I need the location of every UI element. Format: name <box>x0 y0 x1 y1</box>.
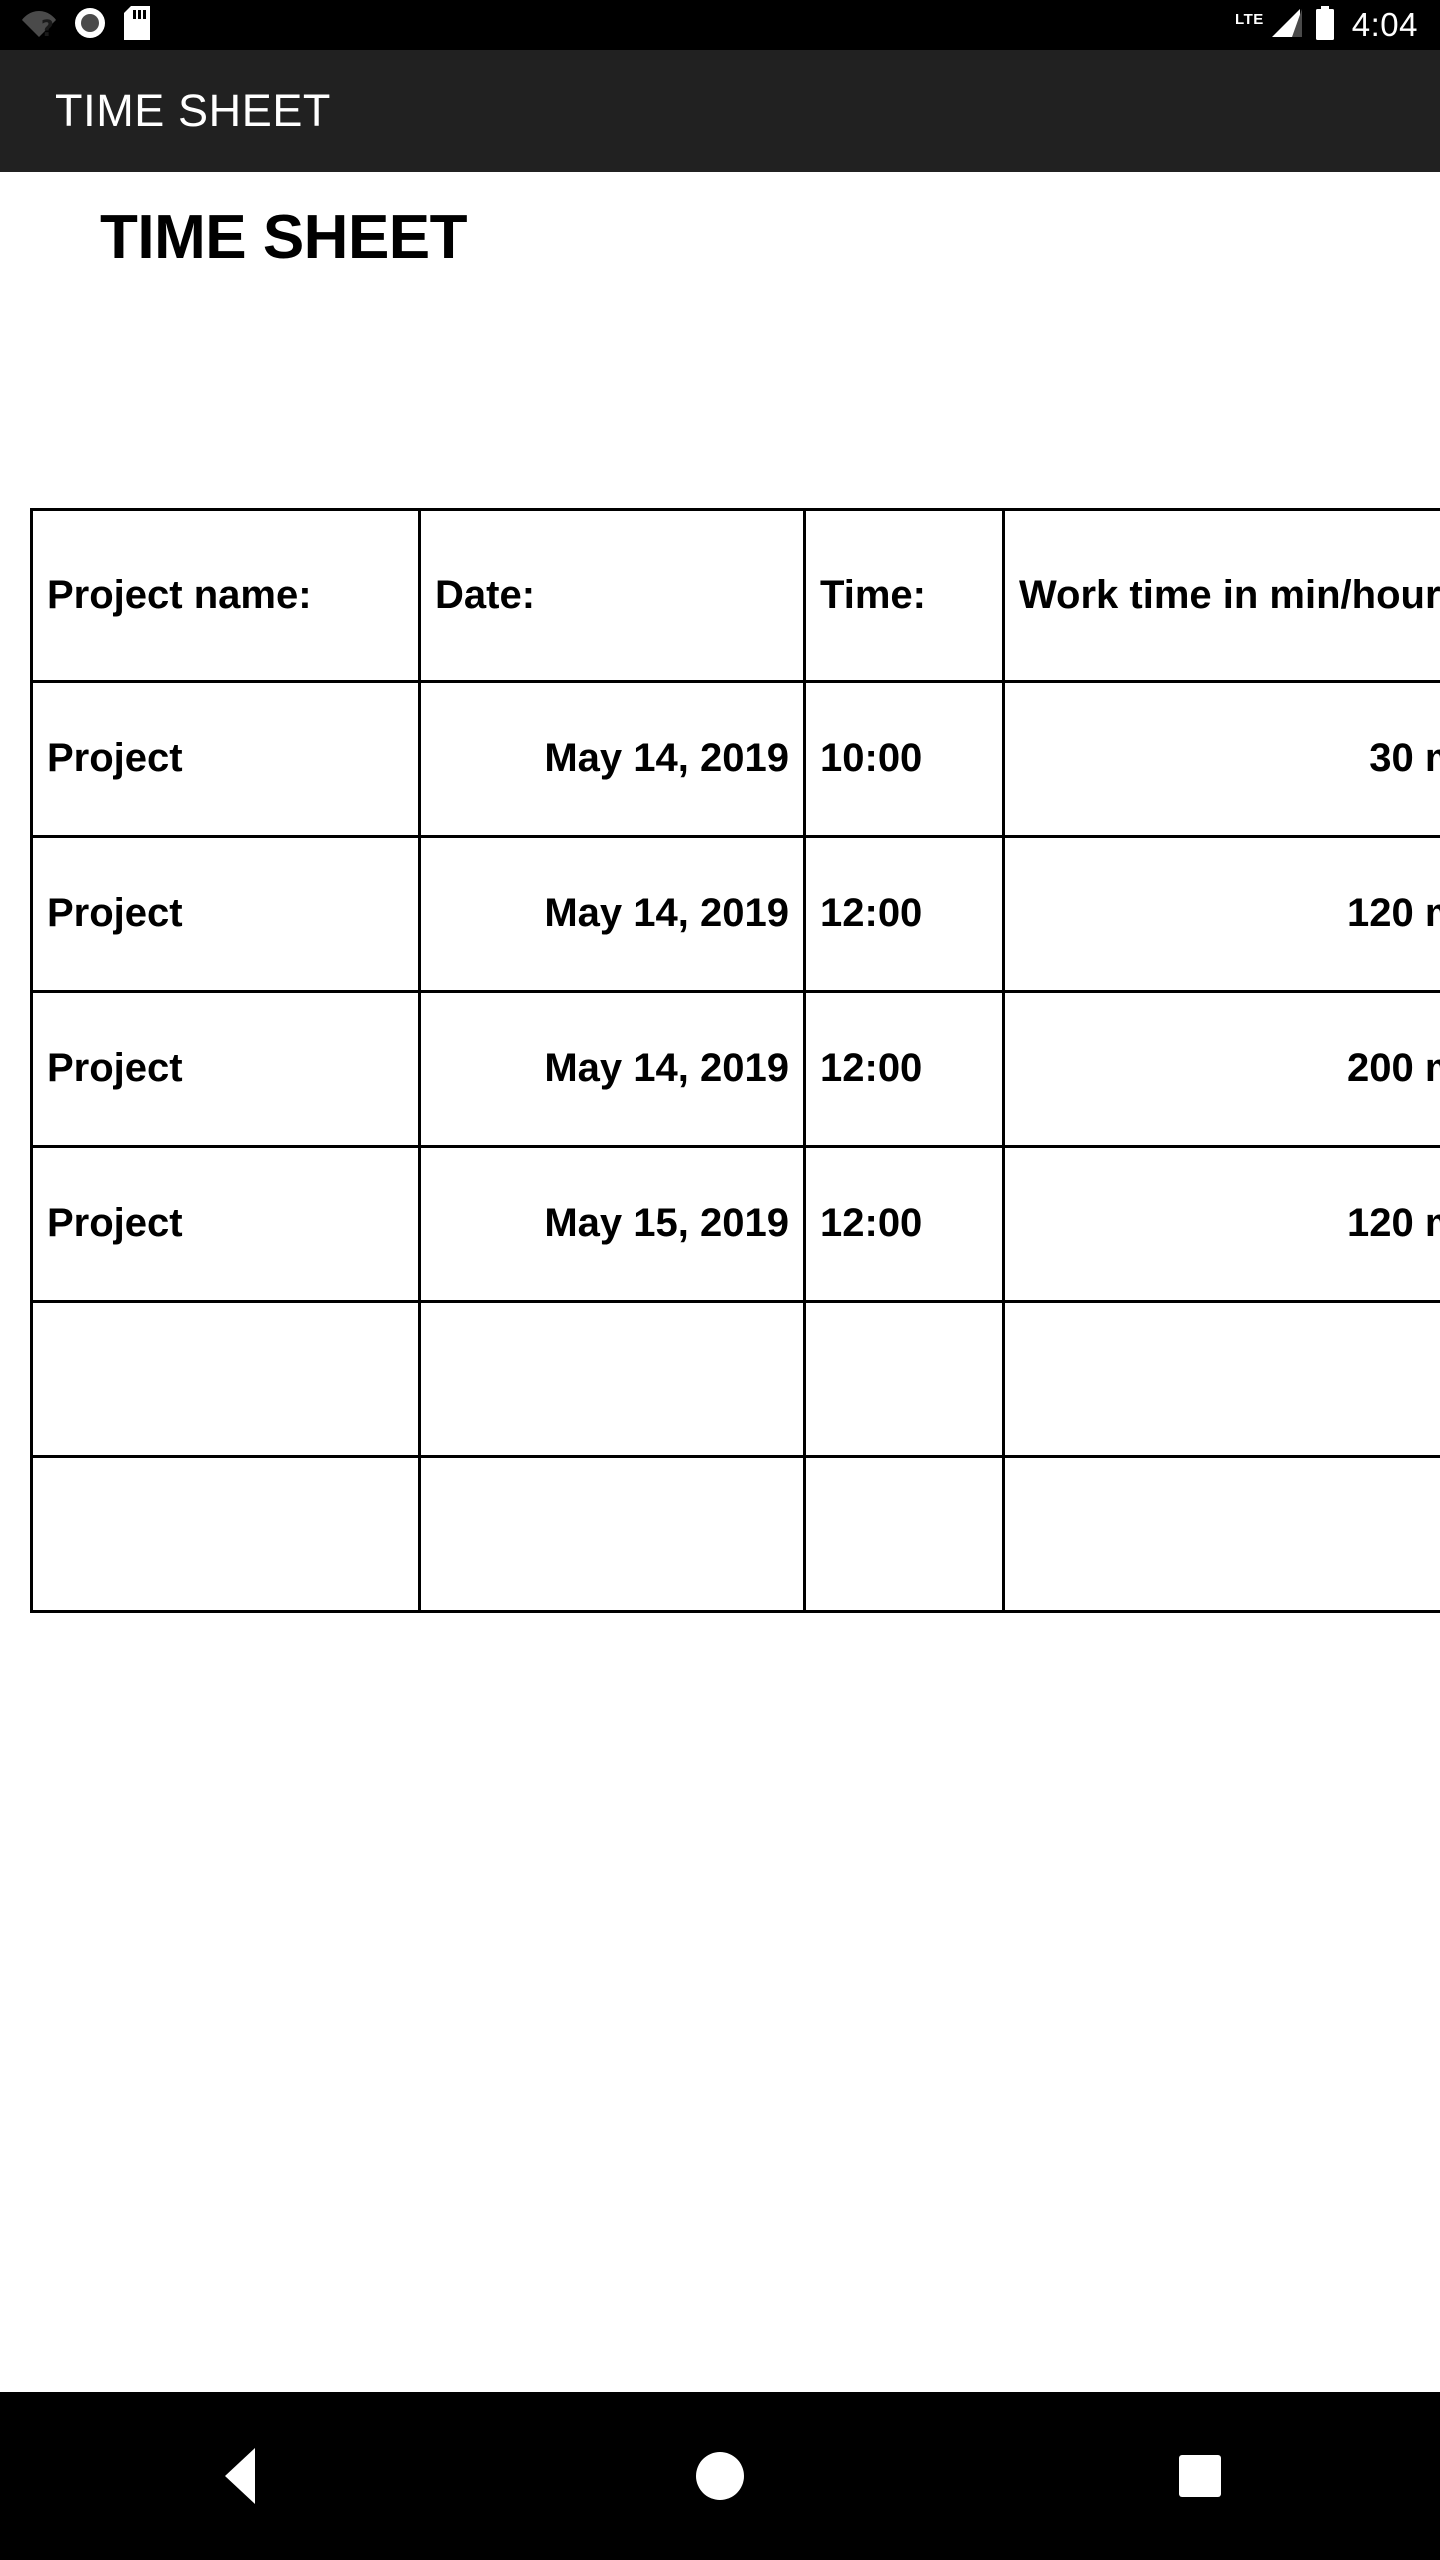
wifi-question-icon: ? <box>22 8 56 43</box>
table-row[interactable]: Project May 15, 2019 12:00 120 min <box>30 1145 1440 1303</box>
cell-date: May 14, 2019 <box>418 990 806 1148</box>
battery-full-icon <box>1314 5 1336 45</box>
column-header-time: Time: <box>803 508 1005 683</box>
square-icon <box>1179 2455 1221 2497</box>
table-header-row: Project name: Date: Time: Work time in m… <box>30 508 1440 683</box>
cell-date: May 15, 2019 <box>418 1145 806 1303</box>
timesheet-table: Project name: Date: Time: Work time in m… <box>30 508 1440 1613</box>
cell-time <box>803 1300 1005 1458</box>
cell-date <box>418 1300 806 1458</box>
svg-text:?: ? <box>41 17 54 38</box>
signal-bars-icon <box>1270 7 1304 44</box>
navigation-bar <box>0 2392 1440 2560</box>
table-row-empty[interactable] <box>30 1455 1440 1613</box>
cell-project-name <box>30 1455 421 1613</box>
cell-date: May 14, 2019 <box>418 835 806 993</box>
table-row-empty[interactable] <box>30 1300 1440 1458</box>
cell-date <box>418 1455 806 1613</box>
cell-time: 12:00 <box>803 990 1005 1148</box>
cell-project-name: Project <box>30 1145 421 1303</box>
app-bar: TIME SHEET <box>0 50 1440 172</box>
cell-time: 12:00 <box>803 1145 1005 1303</box>
cell-work-time: 120 min <box>1002 1145 1440 1303</box>
main-content: TIME SHEET Project name: Date: Time: Wor… <box>0 172 1440 2392</box>
status-bar: ? LTE 4:04 <box>0 0 1440 50</box>
circle-icon <box>696 2452 744 2500</box>
home-button[interactable] <box>620 2392 820 2560</box>
table-row[interactable]: Project May 14, 2019 12:00 120 min <box>30 835 1440 993</box>
column-header-project-name: Project name: <box>30 508 421 683</box>
triangle-left-icon <box>225 2448 255 2504</box>
cell-time: 10:00 <box>803 680 1005 838</box>
cell-date: May 14, 2019 <box>418 680 806 838</box>
record-circle-icon <box>74 7 106 44</box>
lte-label: LTE <box>1235 10 1264 28</box>
recents-button[interactable] <box>1100 2392 1300 2560</box>
column-header-date: Date: <box>418 508 806 683</box>
status-bar-clock: 4:04 <box>1351 6 1418 43</box>
cell-project-name: Project <box>30 835 421 993</box>
page-title: TIME SHEET <box>100 203 468 272</box>
table-row[interactable]: Project May 14, 2019 10:00 30 min <box>30 680 1440 838</box>
phone-screen: ? LTE 4:04 TIME SHEET TIME SHEET Project… <box>0 0 1440 2560</box>
app-bar-title: TIME SHEET <box>55 85 332 136</box>
table-row[interactable]: Project May 14, 2019 12:00 200 min <box>30 990 1440 1148</box>
status-bar-right-icons: LTE 4:04 <box>1235 5 1418 45</box>
cell-time: 12:00 <box>803 835 1005 993</box>
back-button[interactable] <box>140 2392 340 2560</box>
cell-work-time: 30 min <box>1002 680 1440 838</box>
status-bar-left-icons: ? <box>22 5 150 45</box>
cell-project-name: Project <box>30 680 421 838</box>
cell-work-time: 200 min <box>1002 990 1440 1148</box>
cell-work-time <box>1002 1455 1440 1613</box>
cell-work-time <box>1002 1300 1440 1458</box>
cell-time <box>803 1455 1005 1613</box>
cell-project-name: Project <box>30 990 421 1148</box>
column-header-work-time: Work time in min/hours: <box>1002 508 1440 683</box>
cell-work-time: 120 min <box>1002 835 1440 993</box>
sd-card-icon <box>124 5 150 45</box>
cell-project-name <box>30 1300 421 1458</box>
